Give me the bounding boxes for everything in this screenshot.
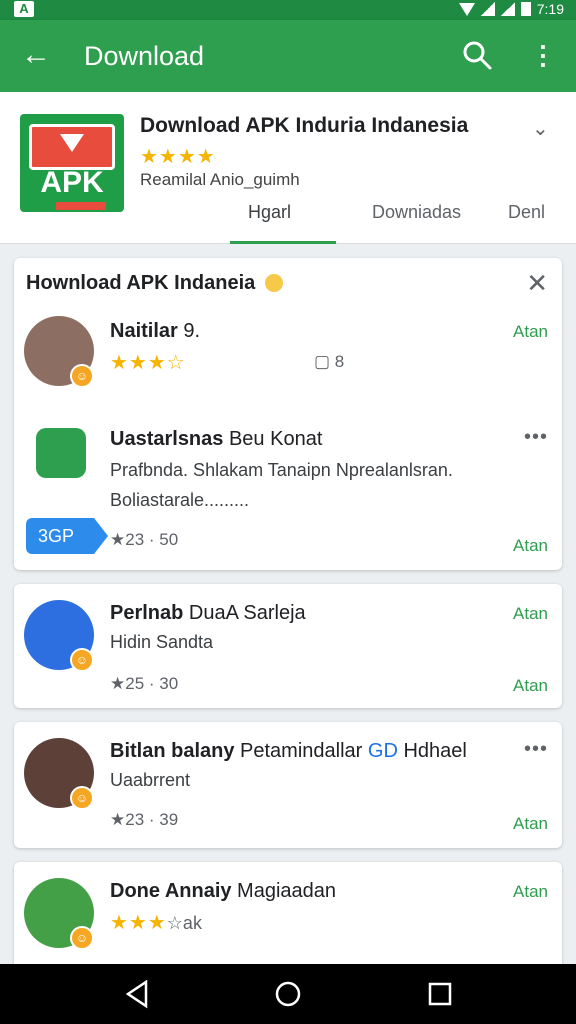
- item-description: Prafbnda. Shlakam Tanaipn Nprealanlsran.: [110, 460, 453, 480]
- app-header: APK Download APK Induria Indanesia ⌄ ★★★…: [0, 92, 576, 244]
- item-rating-stars: ★★★☆ak: [110, 910, 202, 935]
- install-button[interactable]: Atan: [513, 814, 548, 834]
- list-item-name: Bitlan balany Petamindallar GD Hdhael: [110, 740, 467, 763]
- card-title-text: Hownload APK Indaneia: [26, 272, 256, 294]
- avatar-badge-icon: ☺: [70, 364, 94, 388]
- item-name: Bitlan balany: [110, 740, 235, 762]
- item-description-2: Boliastarale.........: [110, 490, 250, 510]
- item-count-value: 8: [334, 352, 345, 371]
- app-icon: [36, 428, 86, 478]
- signal-icon-2: [500, 2, 515, 16]
- status-time: 7:19: [536, 1, 564, 17]
- item-rating: ★23 · 39: [110, 810, 179, 829]
- app-bar: ← Download ⋮: [0, 20, 576, 92]
- tab-hgarl[interactable]: Hgarl: [230, 196, 336, 244]
- item-name-rest: 9.: [177, 320, 201, 342]
- item-name: Done Annaiy: [110, 880, 232, 902]
- more-horiz-icon[interactable]: •••: [524, 426, 548, 449]
- item-name-rest: Petamindallar: [234, 740, 363, 762]
- item-name-rest: DuaA Sarleja: [183, 602, 306, 624]
- nav-recents-icon[interactable]: [422, 976, 458, 1012]
- page-title: Download: [84, 41, 205, 71]
- app-logo-text: APK: [40, 166, 104, 199]
- close-icon[interactable]: ✕: [526, 268, 548, 299]
- item-name-blue: GD: [367, 740, 398, 762]
- list-item: ☺ Bitlan balany Petamindallar GD Hdhael …: [14, 722, 562, 848]
- back-arrow-icon[interactable]: ←: [18, 38, 54, 74]
- item-name-end: Hdhael: [397, 740, 467, 762]
- system-nav-bar: [0, 964, 576, 1024]
- install-button[interactable]: Atan: [513, 604, 548, 624]
- chevron-down-icon[interactable]: ⌄: [532, 116, 549, 141]
- item-rating: ★25 · 30: [110, 674, 179, 693]
- app-subtitle: Reamilal Anio_guimh: [140, 170, 300, 189]
- list-item-name: Done Annaiy Magiaadan: [110, 880, 336, 903]
- item-name: Perlnab: [110, 602, 184, 624]
- avatar-badge-icon: ☺: [70, 786, 94, 810]
- item-rating-stars: ★★★☆: [110, 352, 186, 374]
- item-rating: ★23 · 50: [110, 530, 179, 549]
- avatar-badge-icon: ☺: [70, 648, 94, 672]
- item-description: Hidin Sandta: [110, 632, 214, 652]
- item-name-rest: Magiaadan: [231, 880, 337, 902]
- tab-downiadas-label: Downiadas: [372, 202, 462, 222]
- app-logo: APK: [20, 114, 124, 212]
- list-item: ☺ Done Annaiy Magiaadan ★★★☆ak Atan: [14, 862, 562, 972]
- list-item: ☺ Perlnab DuaA Sarleja Hidin Sandta ★25 …: [14, 584, 562, 708]
- install-button[interactable]: Atan: [513, 676, 548, 696]
- item-stars: ★★★: [110, 912, 167, 934]
- more-vert-icon[interactable]: ⋮: [530, 38, 556, 74]
- card-title: Hownload APK Indaneia: [26, 272, 283, 295]
- list-item-name: Uastarlsnas Beu Konat: [110, 428, 322, 451]
- install-button[interactable]: Atan: [513, 882, 548, 902]
- install-button[interactable]: Atan: [513, 322, 548, 342]
- item-name: Uastarlsnas: [110, 428, 224, 450]
- list-item-name: Perlnab DuaA Sarleja: [110, 602, 306, 625]
- nav-back-icon[interactable]: [120, 976, 156, 1012]
- avatar-badge-icon: ☺: [70, 926, 94, 950]
- tab-downiadas[interactable]: Downiadas: [372, 196, 461, 244]
- status-icons: 7:19: [458, 1, 564, 17]
- nav-home-icon[interactable]: [270, 976, 306, 1012]
- tab-denl-label: Denl: [508, 202, 546, 222]
- item-stars-rest: ☆ak: [166, 913, 202, 933]
- wifi-icon: [458, 2, 475, 16]
- item-name-rest: Beu Konat: [223, 428, 323, 450]
- app-rating-stars: ★★★★: [140, 146, 216, 168]
- install-button[interactable]: Atan: [513, 536, 548, 556]
- search-icon[interactable]: [460, 38, 494, 72]
- status-bar: A 7:19: [0, 0, 576, 20]
- notification-icon: A: [14, 1, 34, 17]
- emoji-icon: [264, 274, 283, 292]
- more-horiz-icon[interactable]: •••: [524, 738, 548, 761]
- signal-icon: [480, 2, 495, 16]
- item-count: ▢ 8: [314, 352, 345, 371]
- list-item-name: Naitilar 9.: [110, 320, 200, 343]
- tab-hgarl-label: Hgarl: [248, 202, 292, 222]
- item-description: Uaabrrent: [110, 770, 191, 790]
- item-name: Naitilar: [110, 320, 178, 342]
- battery-icon: [520, 2, 531, 16]
- download-card: Hownload APK Indaneia ✕ ☺ Naitilar 9. ★★…: [14, 258, 562, 570]
- app-title: Download APK Induria Indanesia: [140, 114, 469, 137]
- tab-denl[interactable]: Denl: [508, 196, 545, 244]
- format-badge: 3GP: [26, 518, 108, 554]
- tab-bar: Hgarl Downiadas Denl: [230, 196, 576, 244]
